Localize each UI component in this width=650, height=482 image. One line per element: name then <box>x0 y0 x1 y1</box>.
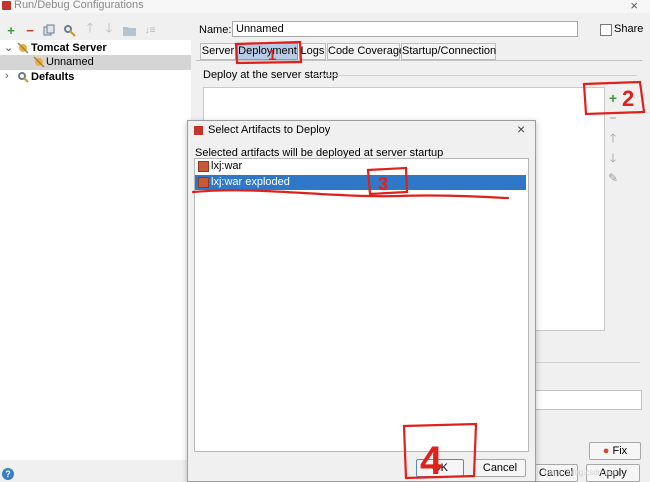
share-label: Share <box>614 23 644 35</box>
artifact-item-war-exploded[interactable]: lxj:war exploded <box>195 175 526 190</box>
arrow-up-icon[interactable]: 🡑 <box>82 20 98 38</box>
window-title: Run/Debug Configurations <box>14 0 144 11</box>
move-down-icon[interactable]: 🡓 <box>605 150 621 166</box>
tree-item-defaults[interactable]: › Defaults <box>0 70 191 85</box>
tree-item-label: Defaults <box>31 71 75 83</box>
ok-button[interactable]: OK <box>416 459 464 477</box>
tree-item-label: Unnamed <box>46 56 94 68</box>
minus-icon[interactable]: − <box>22 22 38 38</box>
remove-artifact-icon[interactable]: − <box>605 110 621 126</box>
dialog-title: Select Artifacts to Deploy <box>208 124 331 136</box>
artifact-label: lxj:war <box>211 160 243 172</box>
dialog-close-icon[interactable]: × <box>517 121 525 137</box>
tab-server[interactable]: Server <box>200 43 236 60</box>
watermark: https://blog.csdn.net/... <box>544 468 625 477</box>
folder-icon[interactable] <box>121 22 137 38</box>
configuration-tree <box>0 40 191 460</box>
lower-divider <box>530 362 640 363</box>
artifact-label: lxj:war exploded <box>211 176 290 188</box>
name-field[interactable] <box>232 21 578 37</box>
tree-item-tomcat-server[interactable]: ⌄ Tomcat Server <box>0 41 191 56</box>
sort-icon[interactable]: ↓≡ <box>142 22 158 38</box>
help-icon[interactable]: ? <box>2 468 14 480</box>
tree-item-unnamed[interactable]: Unnamed <box>0 55 191 70</box>
annotation-2: 2 <box>622 86 634 111</box>
tomcat-config-icon <box>33 56 45 71</box>
dialog-cancel-button[interactable]: Cancel <box>474 459 526 477</box>
fix-label: Fix <box>612 445 628 457</box>
wrench-icon[interactable] <box>61 22 77 38</box>
title-bar: Run/Debug Configurations × <box>0 0 650 13</box>
add-artifact-icon[interactable]: + <box>605 90 621 106</box>
dialog-app-icon <box>194 126 203 135</box>
name-label: Name: <box>199 24 232 36</box>
tab-divider <box>196 60 642 61</box>
before-launch-list[interactable] <box>534 390 642 410</box>
tab-code-coverage[interactable]: Code Coverage <box>327 43 405 60</box>
tree-item-label: Tomcat Server <box>31 42 107 54</box>
move-up-icon[interactable]: 🡑 <box>605 130 621 146</box>
fix-button[interactable]: ● Fix <box>589 442 641 460</box>
defaults-wrench-icon <box>17 71 29 86</box>
app-icon <box>2 1 11 10</box>
chevron-right-icon[interactable]: › <box>5 70 9 82</box>
window-close-icon[interactable]: × <box>630 0 638 13</box>
arrow-down-icon[interactable]: 🡓 <box>101 20 117 38</box>
tab-deployment[interactable]: Deployment <box>237 43 298 60</box>
copy-icon[interactable] <box>41 22 57 38</box>
bulb-icon: ● <box>602 445 610 457</box>
tab-startup-connection[interactable]: Startup/Connection <box>401 43 496 60</box>
artifact-list[interactable] <box>194 158 529 452</box>
artifact-item-war[interactable]: lxj:war <box>195 159 526 174</box>
artifact-icon <box>198 177 209 188</box>
share-checkbox[interactable] <box>600 24 612 36</box>
artifact-icon <box>198 161 209 172</box>
chevron-down-icon[interactable]: ⌄ <box>4 41 13 54</box>
edit-pencil-icon[interactable]: ✎ <box>605 170 621 186</box>
plus-icon[interactable]: + <box>3 22 19 38</box>
tab-logs[interactable]: Logs <box>299 43 326 60</box>
section-line <box>317 75 637 76</box>
